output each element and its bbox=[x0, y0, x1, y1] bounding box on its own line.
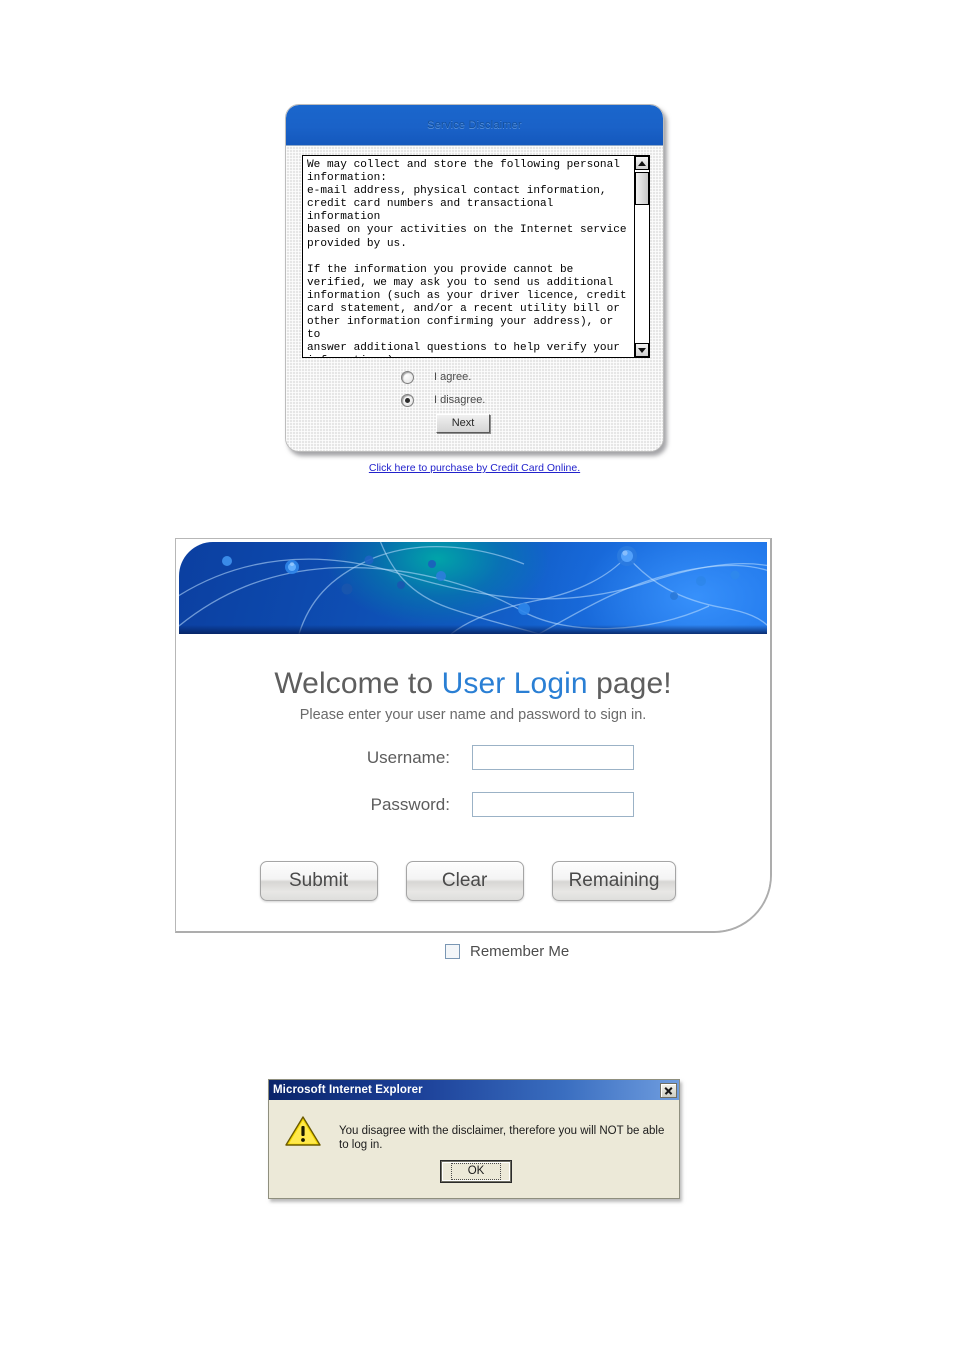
purchase-credit-card-link[interactable]: Click here to purchase by Credit Card On… bbox=[285, 462, 664, 474]
ie-alert-dialog: Microsoft Internet Explorer You disagree… bbox=[268, 1079, 680, 1199]
login-content: Welcome to User Login page! Please enter… bbox=[176, 634, 770, 931]
login-banner-image bbox=[179, 542, 767, 636]
ie-alert-message: You disagree with the disclaimer, theref… bbox=[339, 1125, 665, 1151]
username-label: Username: bbox=[366, 747, 450, 767]
welcome-highlight: User Login bbox=[441, 667, 588, 700]
clear-button[interactable]: Clear bbox=[405, 861, 524, 901]
radio-option-agree[interactable]: I agree. bbox=[401, 368, 601, 386]
welcome-suffix: page! bbox=[587, 667, 672, 700]
radio-agree-icon[interactable] bbox=[401, 370, 414, 384]
user-login-figure: Welcome to User Login page! Please enter… bbox=[175, 538, 775, 960]
triangle-up-icon bbox=[638, 160, 646, 166]
username-row: Username: bbox=[176, 745, 770, 770]
banner-fade bbox=[179, 625, 767, 634]
welcome-prefix: Welcome to bbox=[274, 667, 442, 700]
scroll-down-arrow-icon[interactable] bbox=[635, 343, 649, 357]
remember-me-row[interactable]: Remember Me bbox=[445, 943, 569, 960]
scrollbar-thumb[interactable] bbox=[635, 172, 649, 205]
close-icon[interactable] bbox=[660, 1082, 677, 1098]
radio-option-disagree[interactable]: I disagree. bbox=[401, 391, 601, 409]
disclaimer-text: We may collect and store the following p… bbox=[307, 159, 627, 357]
service-disclaimer-dialog: Service Disclaimer We may collect and st… bbox=[285, 104, 664, 452]
disclaimer-scrollbar[interactable] bbox=[634, 156, 649, 357]
password-label: Password: bbox=[370, 794, 450, 814]
remember-me-label: Remember Me bbox=[470, 943, 570, 960]
disclaimer-title: Service Disclaimer bbox=[427, 119, 522, 131]
radio-disagree-label: I disagree. bbox=[434, 394, 486, 406]
next-button[interactable]: Next bbox=[436, 414, 490, 433]
remaining-button[interactable]: Remaining bbox=[551, 861, 677, 901]
login-button-group: Submit Clear Remaining bbox=[176, 861, 770, 901]
ie-alert-figure: Microsoft Internet Explorer You disagree… bbox=[268, 1079, 684, 1203]
password-row: Password: bbox=[176, 792, 770, 817]
disclaimer-titlebar: Service Disclaimer bbox=[286, 105, 663, 146]
network-graphic bbox=[179, 542, 767, 634]
ok-button[interactable]: OK bbox=[441, 1161, 511, 1182]
radio-disagree-icon[interactable] bbox=[401, 393, 414, 407]
service-disclaimer-figure: Service Disclaimer We may collect and st… bbox=[285, 104, 668, 474]
disclaimer-textbox[interactable]: We may collect and store the following p… bbox=[302, 155, 650, 358]
remember-me-checkbox[interactable] bbox=[445, 944, 460, 959]
scroll-up-arrow-icon[interactable] bbox=[635, 156, 649, 170]
ie-titlebar: Microsoft Internet Explorer bbox=[269, 1080, 679, 1100]
ie-window-title: Microsoft Internet Explorer bbox=[273, 1084, 423, 1096]
ok-button-label: OK bbox=[450, 1163, 502, 1180]
disclaimer-body: We may collect and store the following p… bbox=[286, 146, 663, 451]
radio-agree-label: I agree. bbox=[434, 371, 472, 383]
user-login-panel: Welcome to User Login page! Please enter… bbox=[175, 538, 772, 933]
page-title: Welcome to User Login page! bbox=[176, 667, 770, 701]
submit-button[interactable]: Submit bbox=[259, 861, 378, 901]
password-input[interactable] bbox=[472, 792, 634, 817]
warning-icon bbox=[285, 1116, 321, 1146]
ie-alert-content: You disagree with the disclaimer, theref… bbox=[269, 1100, 679, 1152]
username-input[interactable] bbox=[472, 745, 634, 770]
triangle-down-icon bbox=[638, 347, 646, 353]
agreement-radio-group: I agree. I disagree. bbox=[401, 368, 601, 414]
page-subtitle: Please enter your user name and password… bbox=[299, 707, 647, 723]
